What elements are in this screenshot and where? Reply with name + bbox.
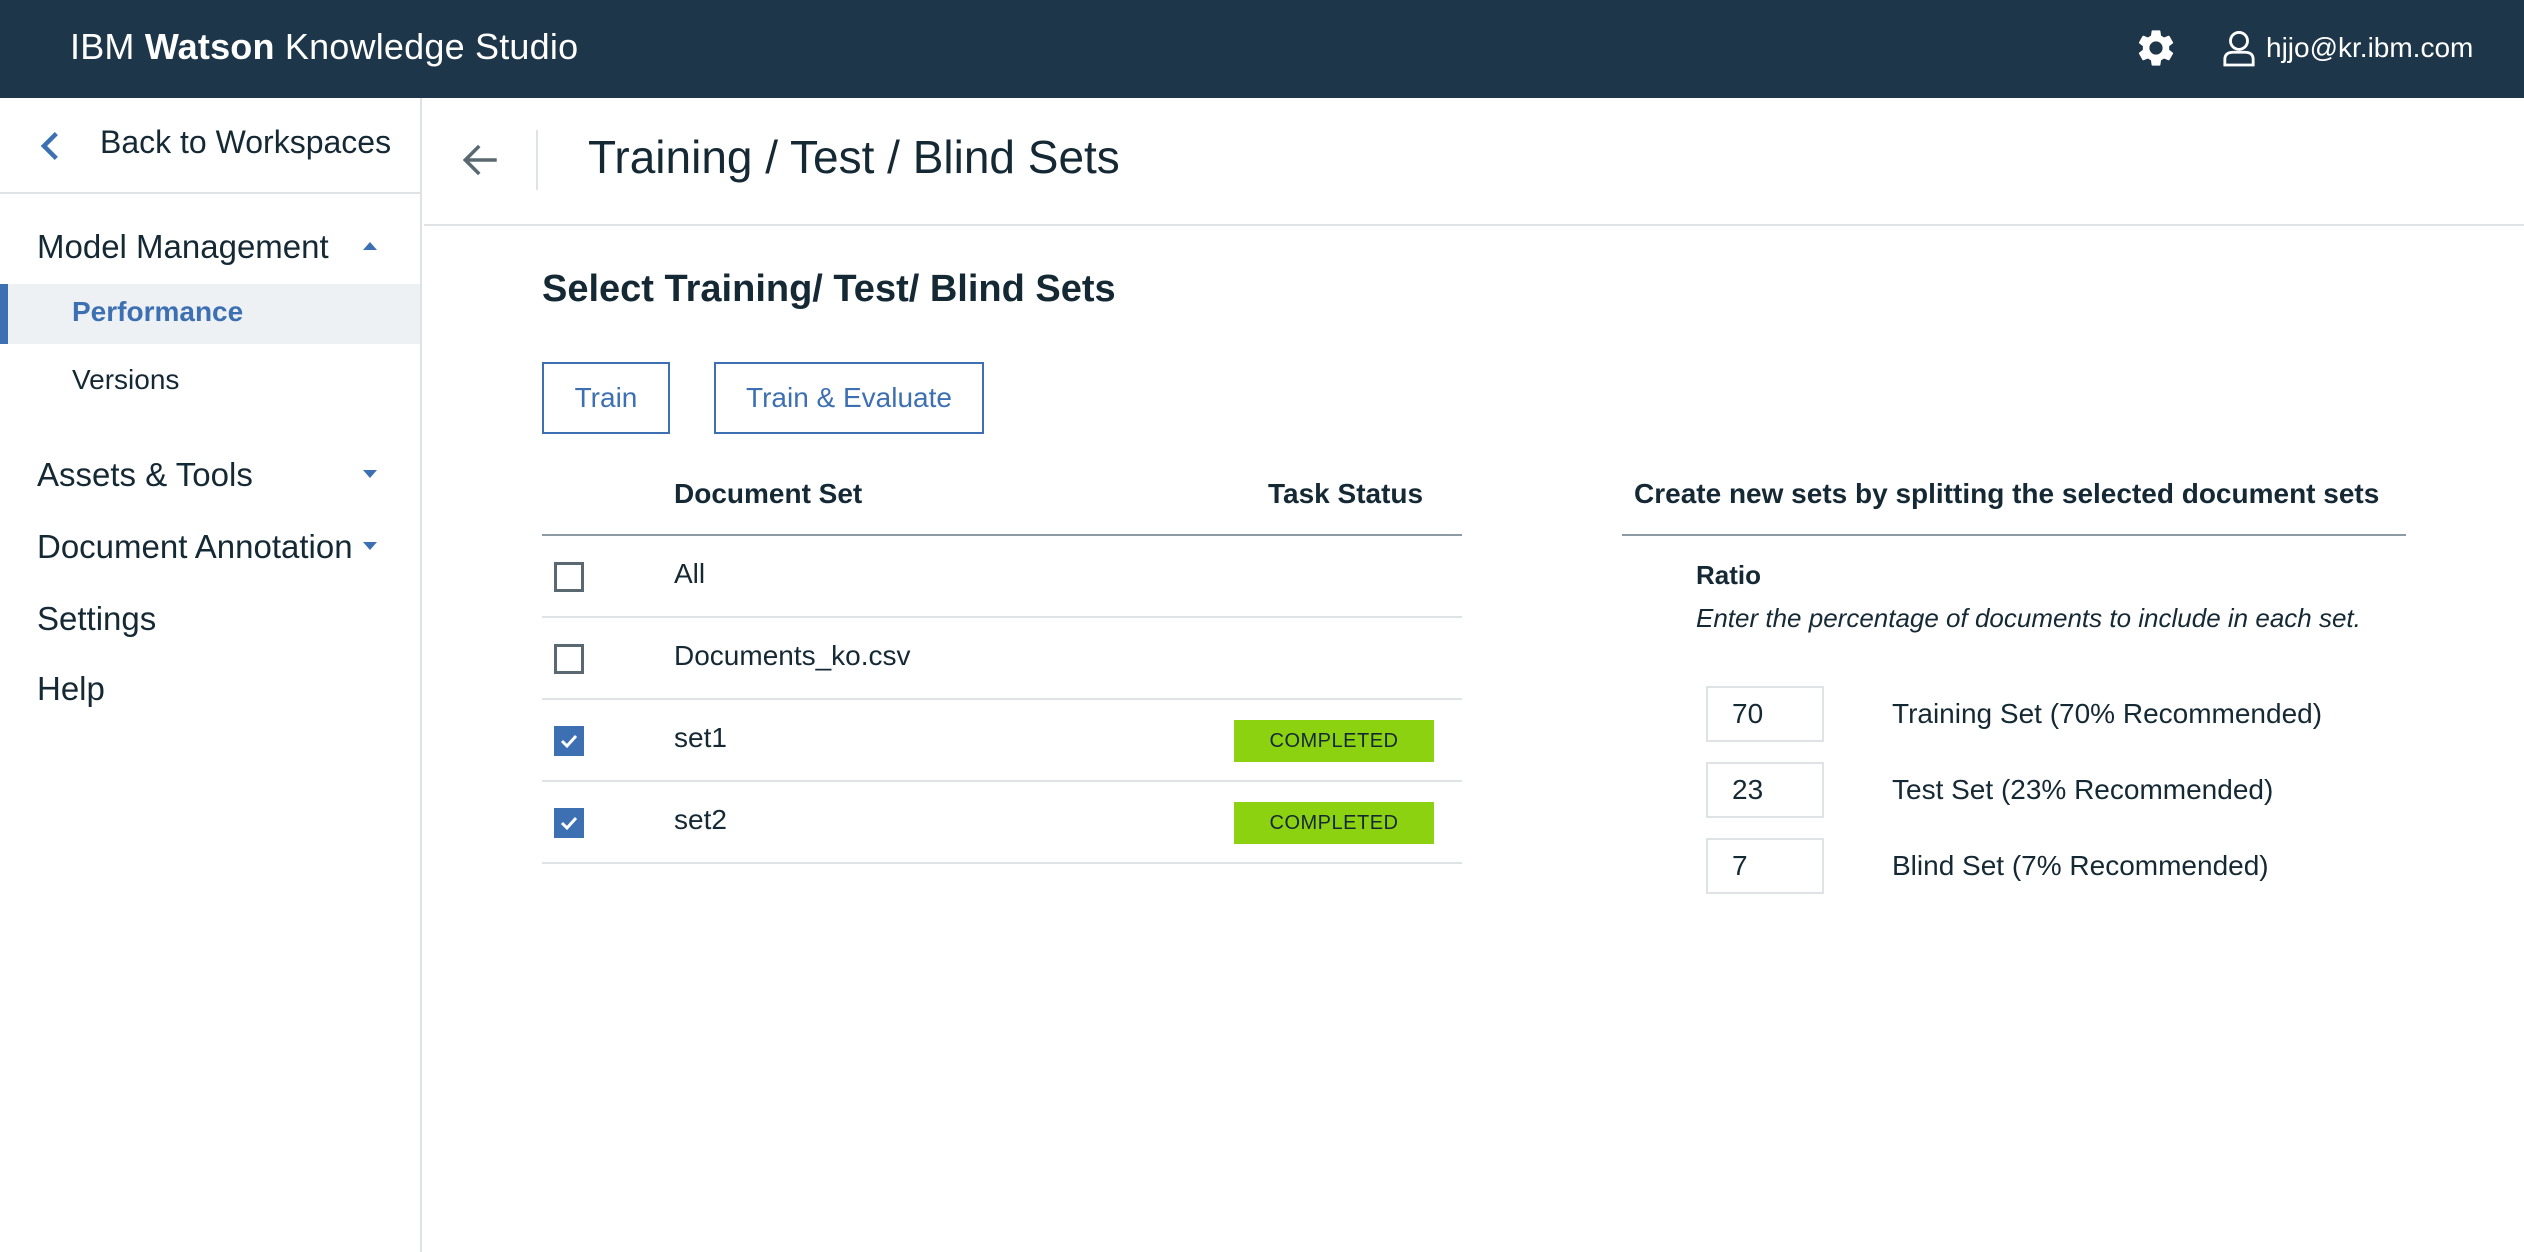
- table-row: set1 COMPLETED: [542, 700, 1462, 782]
- test-set-ratio-input[interactable]: [1706, 762, 1824, 818]
- document-set-name: set1: [674, 722, 727, 753]
- column-header-task-status: Task Status: [1268, 478, 1424, 509]
- brand-prefix: IBM: [70, 26, 145, 67]
- brand-suffix: Knowledge Studio: [274, 26, 579, 67]
- train-button[interactable]: Train: [542, 362, 670, 434]
- ratio-row-blind: Blind Set (7% Recommended): [1706, 838, 2406, 894]
- header-divider: [536, 130, 538, 190]
- test-set-label: Test Set (23% Recommended): [1892, 774, 2274, 805]
- nav-item-performance[interactable]: Performance: [0, 284, 420, 344]
- document-set-name: Documents_ko.csv: [674, 640, 911, 671]
- row-checkbox[interactable]: [554, 808, 584, 838]
- blind-set-ratio-input[interactable]: [1706, 838, 1824, 894]
- nav-item-performance-label: Performance: [72, 296, 244, 327]
- train-evaluate-button[interactable]: Train & Evaluate: [714, 362, 984, 434]
- split-sets-panel: Create new sets by splitting the selecte…: [1622, 468, 2406, 894]
- top-header: IBM Watson Knowledge Studio hjjo@kr.ibm.…: [0, 0, 2524, 98]
- row-checkbox[interactable]: [554, 562, 584, 592]
- chevron-left-icon: [40, 131, 58, 161]
- row-checkbox[interactable]: [554, 726, 584, 756]
- document-set-name: All: [674, 558, 706, 589]
- ratio-row-training: Training Set (70% Recommended): [1706, 686, 2406, 742]
- ratio-label: Ratio: [1696, 560, 1761, 590]
- nav-help[interactable]: Help: [0, 658, 420, 720]
- row-checkbox[interactable]: [554, 644, 584, 674]
- caret-down-icon: [363, 542, 377, 550]
- caret-up-icon: [363, 242, 377, 250]
- ratio-row-test: Test Set (23% Recommended): [1706, 762, 2406, 818]
- ratio-help-text: Enter the percentage of documents to inc…: [1696, 603, 2361, 633]
- nav-assets-tools[interactable]: Assets & Tools: [0, 444, 420, 506]
- gear-icon[interactable]: [2134, 26, 2178, 70]
- sidebar: Back to Workspaces Model Management Perf…: [0, 98, 422, 1252]
- checkmark-icon: [560, 816, 578, 831]
- training-set-ratio-input[interactable]: [1706, 686, 1824, 742]
- page-title: Training / Test / Blind Sets: [588, 131, 1120, 183]
- split-panel-header: Create new sets by splitting the selecte…: [1622, 468, 2406, 536]
- back-to-workspaces-label: Back to Workspaces: [100, 124, 392, 160]
- user-email: hjjo@kr.ibm.com: [2266, 32, 2474, 63]
- table-row: set2 COMPLETED: [542, 782, 1462, 864]
- nav-settings-label: Settings: [37, 600, 157, 637]
- nav-document-annotation[interactable]: Document Annotation: [0, 516, 420, 578]
- split-panel-title: Create new sets by splitting the selecte…: [1634, 478, 2380, 509]
- caret-down-icon: [363, 470, 377, 478]
- training-set-label: Training Set (70% Recommended): [1892, 698, 2323, 729]
- user-menu[interactable]: hjjo@kr.ibm.com: [2222, 26, 2473, 70]
- section-title: Select Training/ Test/ Blind Sets: [542, 268, 1116, 310]
- table-header: Document Set Task Status: [542, 468, 1462, 536]
- page-header: Training / Test / Blind Sets: [424, 98, 2524, 226]
- nav-item-versions-label: Versions: [72, 364, 180, 395]
- blind-set-label: Blind Set (7% Recommended): [1892, 850, 2269, 881]
- nav-assets-tools-label: Assets & Tools: [37, 456, 253, 493]
- document-set-name: set2: [674, 804, 727, 835]
- back-to-workspaces-link[interactable]: Back to Workspaces: [0, 98, 420, 194]
- arrow-left-icon[interactable]: [460, 138, 502, 182]
- nav-item-versions[interactable]: Versions: [0, 352, 420, 412]
- table-row: All: [542, 536, 1462, 618]
- table-row: Documents_ko.csv: [542, 618, 1462, 700]
- document-set-table: Document Set Task Status All Documents_k…: [542, 468, 1462, 864]
- column-header-document-set: Document Set: [674, 478, 863, 509]
- nav-help-label: Help: [37, 670, 105, 707]
- user-icon: [2223, 31, 2255, 67]
- status-badge: COMPLETED: [1234, 802, 1434, 844]
- checkmark-icon: [560, 734, 578, 749]
- app-title: IBM Watson Knowledge Studio: [70, 26, 578, 68]
- nav-model-management-label: Model Management: [37, 228, 329, 265]
- nav-document-annotation-label: Document Annotation: [37, 528, 353, 565]
- status-badge: COMPLETED: [1234, 720, 1434, 762]
- brand-bold: Watson: [144, 26, 275, 67]
- nav-model-management[interactable]: Model Management: [0, 216, 420, 278]
- nav-settings[interactable]: Settings: [0, 588, 420, 650]
- active-indicator: [0, 284, 8, 344]
